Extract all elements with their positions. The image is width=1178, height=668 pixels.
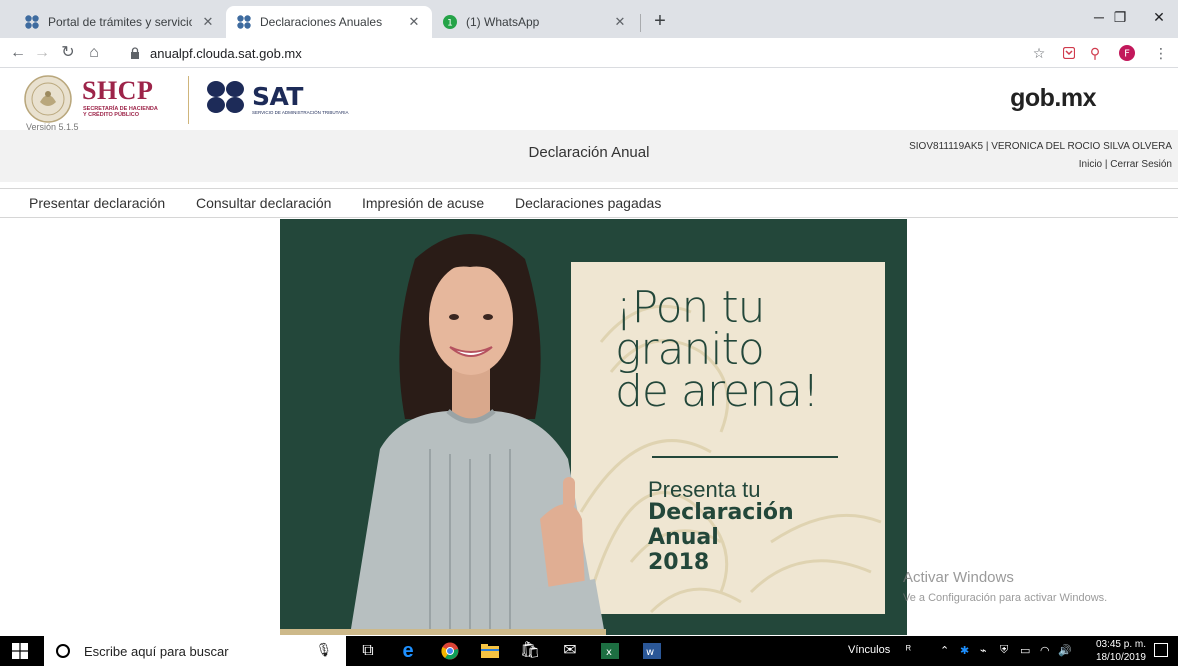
show-hidden-icons-chevron-icon[interactable]: ⌃ — [940, 644, 949, 657]
activate-windows-subtitle: Ve a Configuración para activar Windows. — [903, 592, 1108, 604]
banner-bottom-strip — [280, 629, 606, 635]
shcp-subtitle: SECRETARÍA DE HACIENDA Y CRÉDITO PÚBLICO — [83, 106, 158, 118]
bookmark-star-icon[interactable]: ☆ — [1028, 42, 1050, 64]
wifi-icon[interactable]: ◠ — [1040, 644, 1050, 657]
woman-thumbs-up-image — [350, 234, 605, 635]
taskbar-search-box[interactable]: Escribe aquí para buscar 🎙 — [44, 636, 346, 666]
url-text: anualpf.clouda.sat.gob.mx — [150, 45, 302, 61]
store-icon[interactable]: 🛍 — [518, 639, 542, 663]
cerrar-sesion-link[interactable]: Cerrar Sesión — [1110, 159, 1172, 170]
edge-icon[interactable]: e — [396, 639, 420, 663]
vinculos-toolbar[interactable]: Vínculos — [848, 644, 890, 656]
cortana-icon — [56, 644, 70, 658]
tab-declaraciones-anuales[interactable]: Declaraciones Anuales ✕ — [226, 6, 432, 38]
tab-title: Portal de trámites y servicios - SA — [48, 15, 192, 29]
menu-declaraciones-pagadas[interactable]: Declaraciones pagadas — [515, 195, 661, 211]
sat-subtitle: SERVICIO DE ADMINISTRACIÓN TRIBUTARIA — [252, 110, 349, 115]
reload-icon[interactable]: ↻ — [56, 41, 80, 65]
promo-banner[interactable]: ¡Pon tu granito de arena! Presenta tu De… — [280, 219, 907, 635]
menu-presentar-declaracion[interactable]: Presentar declaración — [29, 195, 165, 211]
whatsapp-favicon-icon: 1 — [443, 15, 457, 29]
banner-sub-line1: Declaración — [648, 500, 794, 525]
sat-logo-icon — [207, 81, 244, 113]
security-icon[interactable]: ⛨ — [1000, 644, 1008, 657]
profile-initial: F — [1124, 49, 1130, 60]
clock-date: 18/10/2019 — [1095, 652, 1146, 663]
mexico-seal-icon — [24, 75, 72, 123]
search-placeholder: Escribe aquí para buscar — [84, 644, 229, 659]
people-icon[interactable]: ᴿ — [906, 644, 911, 656]
menu-consultar-declaracion[interactable]: Consultar declaración — [196, 195, 331, 211]
sat-logo-text: SAT — [252, 82, 303, 111]
word-icon[interactable]: w — [640, 639, 664, 663]
site-header: SHCP SECRETARÍA DE HACIENDA Y CRÉDITO PÚ… — [0, 68, 1178, 132]
microphone-icon[interactable]: 🎙 — [315, 642, 332, 658]
shcp-logo-text: SHCP — [82, 76, 154, 105]
profile-avatar[interactable]: F — [1116, 42, 1138, 64]
forward-arrow-icon[interactable]: → — [30, 41, 54, 65]
tab-portal-tramites[interactable]: Portal de trámites y servicios - SA ✕ — [14, 6, 226, 38]
extension-pocket-icon[interactable] — [1058, 42, 1080, 64]
taskbar-clock[interactable]: 03:45 p. m. 18/10/2019 — [1096, 638, 1146, 664]
user-info: SIOV811119AK5 | VERONICA DEL ROCIO SILVA… — [909, 141, 1172, 152]
windows-start-icon[interactable] — [12, 643, 28, 659]
close-tab-icon[interactable]: ✕ — [612, 14, 628, 30]
headline-line3: de arena! — [615, 366, 820, 417]
close-window-button[interactable]: ✕ — [1140, 0, 1178, 34]
clock-time: 03:45 p. m. — [1095, 639, 1146, 650]
sat-favicon-icon — [25, 15, 39, 29]
notification-center-icon[interactable] — [1154, 643, 1168, 657]
activate-windows-title: Activar Windows — [903, 569, 1014, 586]
close-tab-icon[interactable]: ✕ — [200, 14, 216, 30]
task-view-icon[interactable]: ⧉ — [356, 639, 380, 663]
network-icon[interactable]: ⌁ — [980, 644, 987, 657]
new-tab-button[interactable]: + — [648, 10, 672, 34]
chrome-icon[interactable] — [438, 639, 462, 663]
inicio-link[interactable]: Inicio — [1079, 159, 1102, 170]
excel-icon[interactable]: x — [598, 639, 622, 663]
mail-icon[interactable]: ✉ — [558, 639, 582, 663]
banner-headline: ¡Pon tu granito de arena! — [615, 282, 820, 417]
browser-tab-strip: Portal de trámites y servicios - SA ✕ De… — [0, 0, 1178, 38]
banner-sub-line3: 2018 — [648, 550, 710, 575]
svg-text:x: x — [606, 647, 612, 658]
title-bar: Declaración Anual SIOV811119AK5 | VERONI… — [0, 130, 1178, 182]
link-separator: | — [1104, 159, 1108, 170]
battery-icon[interactable]: ▭ — [1020, 644, 1030, 657]
browser-toolbar: ← → ↻ ⌂ anualpf.clouda.sat.gob.mx ☆ ⚲ F … — [0, 38, 1178, 68]
volume-icon[interactable]: 🔊 — [1058, 644, 1072, 657]
svg-text:1: 1 — [447, 19, 453, 29]
back-arrow-icon[interactable]: ← — [6, 41, 30, 65]
menu-impresion-acuse[interactable]: Impresión de acuse — [362, 195, 484, 211]
bluetooth-icon[interactable]: ✱ — [960, 644, 969, 657]
tab-separator — [640, 14, 641, 32]
shcp-subtitle-line2: Y CRÉDITO PÚBLICO — [83, 112, 140, 118]
lock-icon — [131, 47, 139, 59]
maximize-button[interactable]: ❐ — [1100, 0, 1140, 34]
tab-whatsapp[interactable]: 1 (1) WhatsApp ✕ — [432, 6, 638, 38]
session-links: Inicio | Cerrar Sesión — [1079, 159, 1172, 170]
banner-rule — [652, 456, 838, 458]
banner-sub-declaracion: Declaración Anual 2018 — [648, 500, 794, 575]
headline-line1: ¡Pon tu — [615, 282, 766, 333]
headline-line2: granito — [615, 324, 765, 375]
tab-title: Declaraciones Anuales — [260, 15, 383, 29]
banner-sub-line2: Anual — [648, 525, 719, 550]
gobmx-logo[interactable]: gob.mx — [1010, 84, 1096, 113]
close-tab-icon[interactable]: ✕ — [406, 14, 422, 30]
svg-text:w: w — [646, 647, 654, 658]
main-menu: Presentar declaración Consultar declarac… — [0, 188, 1178, 218]
home-icon[interactable]: ⌂ — [82, 41, 106, 65]
file-explorer-icon[interactable] — [478, 639, 502, 663]
windows-taskbar: Escribe aquí para buscar 🎙 ⧉ e 🛍 ✉ x w V… — [0, 636, 1178, 666]
address-bar[interactable]: anualpf.clouda.sat.gob.mx — [130, 42, 302, 64]
extension-search-icon[interactable]: ⚲ — [1084, 42, 1106, 64]
kebab-menu-icon[interactable]: ⋮ — [1150, 42, 1172, 64]
logo-divider — [188, 76, 189, 124]
sat-favicon-icon — [237, 15, 251, 29]
tab-title: (1) WhatsApp — [466, 15, 540, 29]
